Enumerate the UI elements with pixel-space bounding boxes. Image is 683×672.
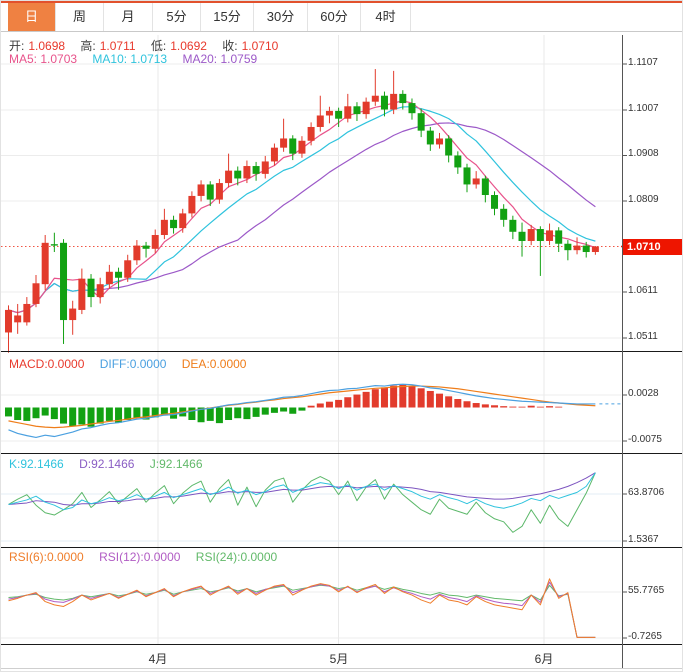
price-axis-label: 1.0611 bbox=[628, 285, 682, 296]
tab-15min[interactable]: 15分 bbox=[201, 3, 254, 31]
ma10-value: MA10: 1.0713 bbox=[92, 52, 167, 66]
top-accent-line bbox=[1, 1, 683, 3]
ma20-value: MA20: 1.0759 bbox=[182, 52, 257, 66]
macd-axis-label: -0.0075 bbox=[628, 434, 682, 445]
tab-60min[interactable]: 60分 bbox=[308, 3, 361, 31]
timeframe-tabbar: 日 周 月 5分 15分 30分 60分 4时 bbox=[1, 3, 683, 32]
diff-value: DIFF:0.0000 bbox=[100, 357, 167, 371]
open-value: 1.0698 bbox=[28, 39, 65, 53]
j-value: J:92.1466 bbox=[150, 457, 203, 471]
tab-30min[interactable]: 30分 bbox=[254, 3, 308, 31]
macd-axis-label: 0.0028 bbox=[628, 388, 682, 399]
close-label: 收: bbox=[222, 39, 237, 53]
kdj-axis-label: 1.5367 bbox=[628, 534, 682, 545]
x-axis-month-label: 4月 bbox=[138, 650, 178, 667]
tab-week[interactable]: 周 bbox=[56, 3, 104, 31]
x-axis-month-label: 5月 bbox=[319, 650, 359, 667]
current-price-badge: 1.0710 bbox=[623, 239, 683, 255]
dea-value: DEA:0.0000 bbox=[182, 357, 247, 371]
kdj-header: K:92.1466 D:92.1466 J:92.1466 bbox=[9, 457, 207, 471]
price-axis-label: 1.0511 bbox=[628, 331, 682, 342]
price-axis-label: 1.1007 bbox=[628, 103, 682, 114]
ma-header: MA5: 1.0703 MA10: 1.0713 MA20: 1.0759 bbox=[9, 52, 261, 66]
open-label: 开: bbox=[9, 39, 24, 53]
d-value: D:92.1466 bbox=[79, 457, 134, 471]
rsi6-value: RSI(6):0.0000 bbox=[9, 550, 84, 564]
macd-header: MACD:0.0000 DIFF:0.0000 DEA:0.0000 bbox=[9, 357, 250, 371]
chart-canvas[interactable] bbox=[1, 1, 683, 672]
trading-chart-app: 日 周 月 5分 15分 30分 60分 4时 开: 1.0698 高: 1.071… bbox=[0, 0, 683, 672]
high-label: 高: bbox=[80, 39, 95, 53]
k-value: K:92.1466 bbox=[9, 457, 64, 471]
low-value: 1.0692 bbox=[170, 39, 207, 53]
tab-month[interactable]: 月 bbox=[104, 3, 153, 31]
price-axis-label: 1.0809 bbox=[628, 194, 682, 205]
price-axis-label: 1.1107 bbox=[628, 57, 682, 68]
low-label: 低: bbox=[151, 39, 166, 53]
rsi-axis-label: 55.7765 bbox=[628, 585, 682, 596]
rsi-axis-label: -0.7265 bbox=[628, 631, 682, 642]
price-axis-label: 1.0908 bbox=[628, 148, 682, 159]
rsi12-value: RSI(12):0.0000 bbox=[99, 550, 180, 564]
tab-day[interactable]: 日 bbox=[8, 3, 56, 31]
close-value: 1.0710 bbox=[242, 39, 279, 53]
kdj-axis-label: 63.8706 bbox=[628, 487, 682, 498]
rsi24-value: RSI(24):0.0000 bbox=[196, 550, 277, 564]
tab-4hour[interactable]: 4时 bbox=[361, 3, 411, 31]
rsi-header: RSI(6):0.0000 RSI(12):0.0000 RSI(24):0.0… bbox=[9, 550, 281, 564]
x-axis-month-label: 6月 bbox=[524, 650, 564, 667]
ma5-value: MA5: 1.0703 bbox=[9, 52, 77, 66]
macd-value: MACD:0.0000 bbox=[9, 357, 84, 371]
tab-5min[interactable]: 5分 bbox=[153, 3, 201, 31]
high-value: 1.0711 bbox=[100, 39, 136, 53]
